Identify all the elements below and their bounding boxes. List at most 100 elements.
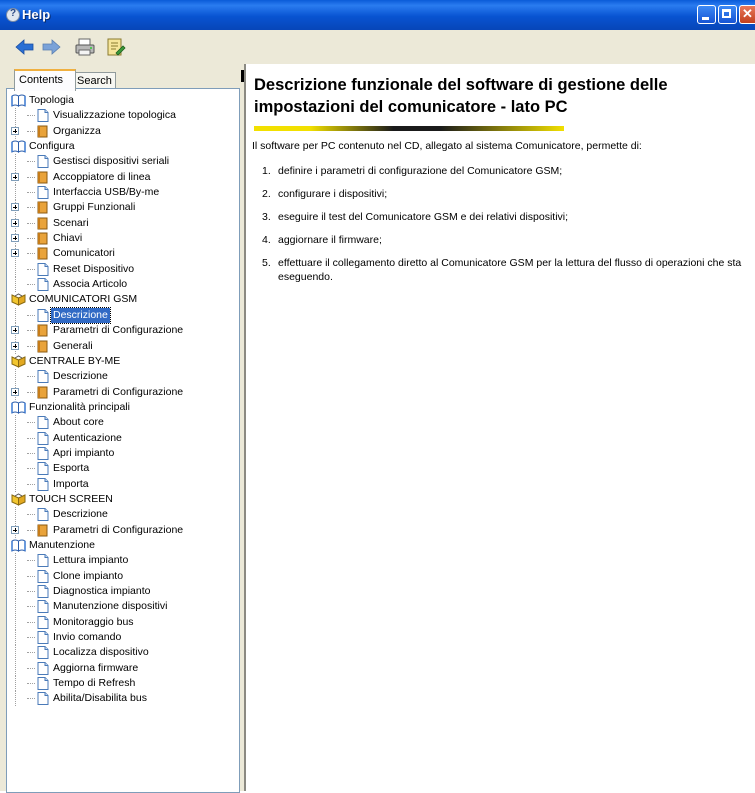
page-icon [35,508,50,522]
tree-item[interactable]: Visualizzazione topologica [7,108,239,124]
tree-item-label: CENTRALE BY-ME [29,354,121,367]
navigation-pane: Contents Search Topologia Visualizzazione… [0,64,244,793]
tree-list: Topologia Visualizzazione topologica Organ… [7,93,239,707]
book-closed-icon [35,171,50,184]
splitter-grip[interactable] [241,70,244,82]
tree-item[interactable]: TOUCH SCREEN [7,492,239,507]
tree-connector [15,676,16,692]
tree-item[interactable]: Scenari [7,215,239,231]
tree-connector [27,560,35,562]
tree-item-label: Descrizione [53,370,108,383]
tree-item-label: Abilita/Disabilita bus [53,692,147,705]
tree-item[interactable]: Reset Dispositivo [7,261,239,277]
tree-item[interactable]: Parametri di Configurazione [7,323,239,339]
tree-connector [15,307,16,323]
tree-item-label: Lettura impianto [53,554,129,567]
tree-item-label: Organizza [53,124,101,137]
tree-connector [27,483,35,485]
help-app-icon [6,8,20,22]
tree-item[interactable]: Gestisci dispositivi seriali [7,154,239,170]
tree-item[interactable]: Manutenzione dispositivi [7,599,239,615]
tree-item[interactable]: Interfaccia USB/By-me [7,185,239,201]
expand-toggle-icon[interactable] [11,203,19,212]
page-icon [35,431,50,445]
tree-item-label: Aggiorna firmware [53,661,139,674]
tree-item[interactable]: Tempo di Refresh [7,676,239,692]
tree-item[interactable]: Gruppi Funzionali [7,200,239,216]
tree-item[interactable]: Importa [7,476,239,492]
back-arrow-icon[interactable] [14,37,36,57]
tree-item[interactable]: Abilita/Disabilita bus [7,691,239,707]
tree-connector [27,667,35,669]
tree-item[interactable]: Chiavi [7,231,239,247]
tree-item[interactable]: Accoppiatore di linea [7,169,239,185]
tree-item[interactable]: Descrizione [7,507,239,523]
tree-item[interactable]: Aggiorna firmware [7,660,239,676]
tree-item[interactable]: Descrizione [7,369,239,385]
minimize-button[interactable] [697,5,716,24]
tree-item[interactable]: Configura [7,139,239,154]
tree-item[interactable]: Esporta [7,461,239,477]
tree-connector [27,422,35,424]
tree-item[interactable]: Funzionalità principali [7,400,239,415]
tree-item-label: Funzionalità principali [29,400,130,413]
print-icon[interactable] [74,37,96,57]
tree-item-label: Importa [53,477,89,490]
tree-item[interactable]: Organizza [7,123,239,139]
tree-item[interactable]: Monitoraggio bus [7,614,239,630]
tree-item[interactable]: Apri impianto [7,445,239,461]
expand-toggle-icon[interactable] [11,172,19,181]
book-open-icon [11,539,26,552]
tree-item[interactable]: Associa Articolo [7,277,239,293]
expand-toggle-icon[interactable] [11,341,19,350]
tree-item[interactable]: Comunicatori [7,246,239,262]
tree-item[interactable]: CENTRALE BY-ME [7,354,239,369]
tree-item[interactable]: About core [7,415,239,431]
tree-item-label: Parametri di Configurazione [53,523,184,536]
tree-item[interactable]: Parametri di Configurazione [7,522,239,538]
contents-tree[interactable]: Topologia Visualizzazione topologica Organ… [6,88,240,793]
tree-item[interactable]: Localizza dispositivo [7,645,239,661]
tree-item[interactable]: Invio comando [7,630,239,646]
tree-connector [27,253,35,255]
page-icon [35,677,50,691]
expand-toggle-icon[interactable] [11,126,19,135]
page-icon [35,585,50,598]
page-icon [35,278,50,292]
tree-item[interactable]: Clone impianto [7,568,239,584]
tree-item[interactable]: Lettura impianto [7,553,239,569]
expand-toggle-icon[interactable] [11,326,19,335]
page-icon [35,370,50,384]
tree-item-label: Localizza dispositivo [53,646,149,659]
tree-item-label: Gestisci dispositivi seriali [53,155,170,168]
maximize-button[interactable] [718,5,737,24]
tree-item[interactable]: Generali [7,338,239,354]
tree-item[interactable]: Manutenzione [7,538,239,553]
tree-item-label: Monitoraggio bus [53,615,134,628]
tree-item[interactable]: Topologia [7,93,239,108]
tree-item[interactable]: Descrizione [7,306,239,324]
tree-item-label: Topologia [29,94,74,106]
expand-toggle-icon[interactable] [11,249,19,258]
tree-connector [27,376,35,378]
expand-toggle-icon[interactable] [11,218,19,227]
tree-item-label: Accoppiatore di linea [53,170,151,183]
tree-item[interactable]: Autenticazione [7,430,239,446]
forward-arrow-icon[interactable] [40,37,62,57]
tree-connector [27,222,35,224]
expand-toggle-icon[interactable] [11,525,19,534]
tab-search[interactable]: Search [72,72,116,89]
tree-item[interactable]: COMUNICATORI GSM [7,292,239,307]
tree-item-label: About core [53,416,104,429]
tree-item-label: Interfaccia USB/By-me [53,186,160,199]
options-icon[interactable] [104,37,126,57]
tree-item[interactable]: Parametri di Configurazione [7,384,239,400]
book-open-icon [11,94,26,107]
tab-contents[interactable]: Contents [14,69,76,91]
tree-item[interactable]: Diagnostica impianto [7,584,239,599]
title-underline-bar [254,126,564,131]
expand-toggle-icon[interactable] [11,387,19,396]
tree-connector [27,115,35,117]
expand-toggle-icon[interactable] [11,234,19,243]
close-button[interactable] [739,5,755,24]
